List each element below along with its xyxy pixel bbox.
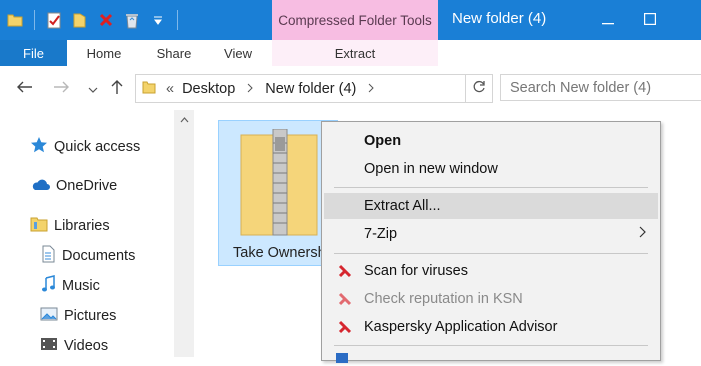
shield-icon: [336, 350, 348, 366]
videos-icon: [40, 336, 58, 356]
maximize-icon: [644, 12, 657, 28]
nav-item-label: Libraries: [54, 218, 110, 234]
music-icon: [40, 275, 56, 297]
breadcrumb-desktop[interactable]: Desktop: [182, 81, 235, 97]
chevron-up-icon: [180, 115, 189, 126]
nav-item-onedrive[interactable]: OneDrive: [30, 175, 117, 197]
menu-item-extract-all[interactable]: Extract All...: [324, 193, 658, 219]
arrow-right-icon: [53, 80, 69, 98]
nav-item-label: Videos: [64, 338, 109, 354]
pictures-icon: [40, 306, 58, 326]
nav-item-videos[interactable]: Videos: [40, 335, 108, 357]
tab-home[interactable]: Home: [72, 40, 136, 66]
menu-item-open[interactable]: Open: [324, 128, 658, 154]
menu-separator: [334, 345, 648, 346]
menu-item-label: Open in new window: [364, 161, 498, 177]
maximize-button[interactable]: [627, 0, 673, 40]
menu-separator: [334, 253, 648, 254]
navigation-pane: Quick access OneDrive Libraries Document…: [0, 110, 176, 357]
star-icon: [30, 136, 48, 158]
back-button[interactable]: [14, 78, 36, 100]
window-title: New folder (4): [452, 10, 547, 27]
nav-item-label: Quick access: [54, 139, 141, 155]
delete-icon[interactable]: [97, 11, 115, 29]
menu-separator: [334, 187, 648, 188]
nav-item-pictures[interactable]: Pictures: [40, 305, 116, 327]
context-menu: Open Open in new window Extract All... 7…: [321, 121, 661, 363]
address-bar[interactable]: « Desktop New folder (4): [135, 74, 493, 103]
nav-item-documents[interactable]: Documents: [40, 245, 135, 267]
recycle-bin-icon[interactable]: [123, 11, 141, 29]
cloud-icon: [30, 177, 50, 195]
up-button[interactable]: [106, 78, 128, 100]
tab-view[interactable]: View: [206, 40, 270, 66]
nav-item-libraries[interactable]: Libraries: [30, 215, 110, 237]
forward-button[interactable]: [50, 78, 72, 100]
chevron-right-icon[interactable]: [368, 82, 375, 96]
nav-item-label: Pictures: [64, 308, 117, 324]
kaspersky-icon: [338, 320, 352, 334]
menu-item-open-new-window[interactable]: Open in new window: [324, 156, 658, 182]
folder-icon: [142, 80, 156, 98]
menu-item-scan-viruses[interactable]: Scan for viruses: [324, 258, 658, 284]
new-folder-icon[interactable]: [71, 11, 89, 29]
minimize-icon: [602, 12, 614, 28]
tab-share[interactable]: Share: [142, 40, 206, 66]
arrow-left-icon: [17, 80, 33, 98]
nav-item-label: OneDrive: [56, 178, 118, 194]
minimize-button[interactable]: [585, 0, 631, 40]
nav-pane-scrollbar[interactable]: [174, 110, 194, 357]
chevron-down-icon: [88, 80, 98, 98]
scroll-up-button[interactable]: [174, 110, 194, 130]
kaspersky-icon: [338, 264, 352, 278]
tab-file[interactable]: File: [0, 40, 67, 66]
menu-item-7zip[interactable]: 7-Zip: [324, 221, 658, 247]
kaspersky-icon: [338, 292, 352, 306]
toolbar-separator: [177, 10, 178, 30]
ribbon-tabs: File Home Share View Extract: [0, 40, 701, 67]
nav-item-quick-access[interactable]: Quick access: [30, 136, 140, 158]
menu-item-label: Open: [364, 133, 402, 149]
documents-icon: [40, 245, 56, 267]
search-input[interactable]: Search New folder (4): [500, 74, 701, 101]
tab-extract[interactable]: Extract: [272, 40, 438, 66]
file-item[interactable]: Take Ownership: [218, 120, 338, 266]
arrow-up-icon: [111, 79, 123, 100]
menu-item-check-reputation[interactable]: Check reputation in KSN: [324, 286, 658, 312]
menu-item-kaspersky-advisor[interactable]: Kaspersky Application Advisor: [324, 314, 658, 340]
address-row: « Desktop New folder (4) Search New fold…: [0, 66, 701, 110]
library-icon: [30, 216, 48, 236]
submenu-arrow-icon: [639, 225, 646, 243]
folder-icon[interactable]: [6, 11, 24, 29]
menu-item-label: Check reputation in KSN: [364, 291, 523, 307]
compressed-folder-tools-header: Compressed Folder Tools: [272, 0, 438, 40]
title-bar: Compressed Folder Tools New folder (4): [0, 0, 701, 40]
refresh-icon: [472, 80, 486, 98]
properties-icon[interactable]: [45, 11, 63, 29]
nav-item-label: Documents: [62, 248, 136, 264]
toolbar-separator: [34, 10, 35, 30]
nav-item-music[interactable]: Music: [40, 275, 100, 297]
nav-item-label: Music: [62, 278, 100, 294]
chevron-right-icon[interactable]: [247, 82, 253, 96]
menu-item-label: Scan for viruses: [364, 263, 468, 279]
menu-item-label: Kaspersky Application Advisor: [364, 319, 558, 335]
breadcrumb-overflow[interactable]: «: [166, 81, 174, 97]
quick-access-toolbar: [6, 9, 180, 31]
zip-folder-icon: [237, 128, 321, 240]
recent-locations-button[interactable]: [82, 78, 104, 100]
menu-item-label: 7-Zip: [364, 226, 398, 242]
breadcrumb-new-folder[interactable]: New folder (4): [265, 81, 356, 97]
customize-toolbar-icon[interactable]: [149, 11, 167, 29]
refresh-button[interactable]: [465, 75, 492, 102]
menu-item-label: Extract All...: [364, 198, 441, 214]
